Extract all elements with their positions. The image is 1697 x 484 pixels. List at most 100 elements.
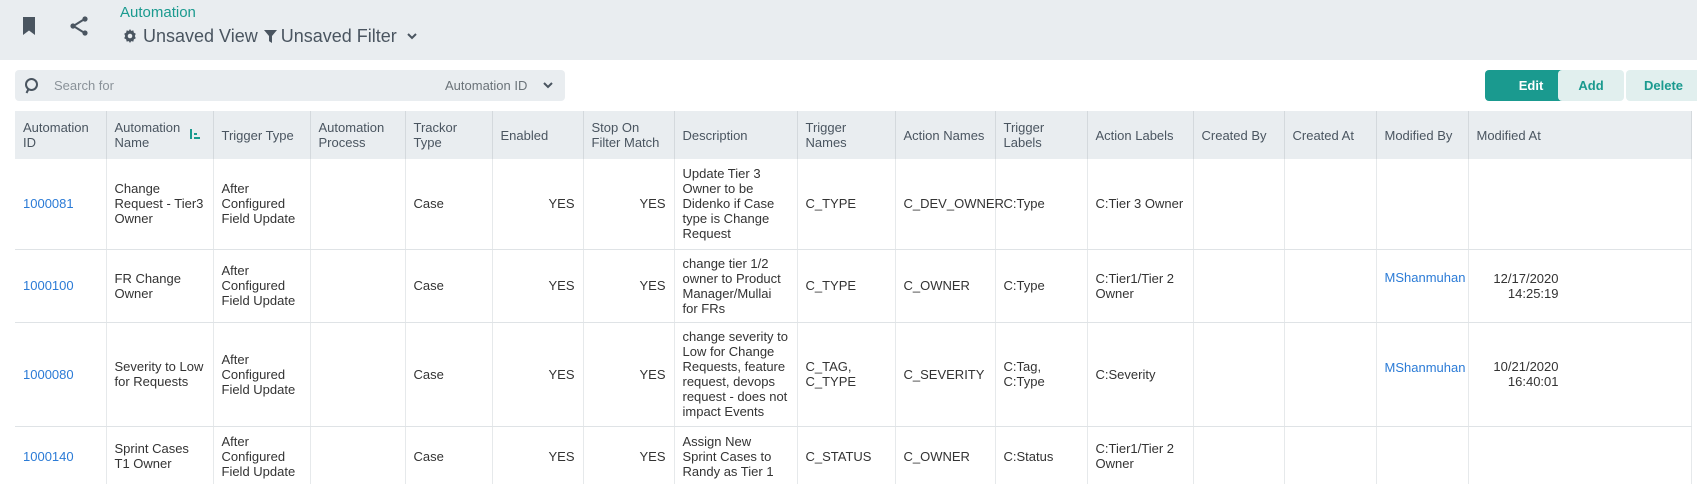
automation-table: Automation ID Automation Name Trigger Ty… xyxy=(15,111,1697,484)
cell-trigger-labels: C:Type xyxy=(995,159,1088,250)
cell-trigger-type: After Configured Field Update xyxy=(213,159,311,250)
cell-action-labels: C:Tier 3 Owner xyxy=(1087,159,1194,250)
column-header-trigger-names[interactable]: Trigger Names xyxy=(797,111,896,159)
cell-trigger-names: C_TYPE xyxy=(797,159,896,250)
cell-created-at xyxy=(1284,249,1377,323)
cell-action-names: C_DEV_OWNER xyxy=(895,159,1004,250)
view-filter-selector[interactable]: Unsaved View Unsaved Filter xyxy=(123,24,418,48)
cell-stop-on-filter-match: YES xyxy=(583,159,675,250)
cell-action-labels: C:Tier1/Tier 2 Owner xyxy=(1087,426,1194,484)
automation-id-link[interactable]: 1000140 xyxy=(15,426,107,484)
cell-enabled: YES xyxy=(492,249,584,323)
cell-trigger-labels: C:Type xyxy=(995,249,1088,323)
cell-modified-by[interactable] xyxy=(1376,159,1469,250)
cell-trigger-names: C_STATUS xyxy=(797,426,896,484)
cell-trigger-type: After Configured Field Update xyxy=(213,249,311,323)
cell-trackor-type: Case xyxy=(405,159,493,250)
cell-automation-name: Severity to Low for Requests xyxy=(106,322,214,427)
filter-name[interactable]: Unsaved Filter xyxy=(281,26,397,47)
column-header-modified-by[interactable]: Modified By xyxy=(1376,111,1469,159)
column-header-automation-name[interactable]: Automation Name xyxy=(106,111,214,159)
cell-created-by xyxy=(1193,249,1285,323)
cell-trigger-type: After Configured Field Update xyxy=(213,322,311,427)
table-row[interactable]: 1000080 Severity to Low for Requests Aft… xyxy=(15,322,1692,427)
cell-created-at xyxy=(1284,159,1377,250)
cell-stop-on-filter-match: YES xyxy=(583,249,675,323)
column-header-action-names[interactable]: Action Names xyxy=(895,111,996,159)
view-name[interactable]: Unsaved View xyxy=(143,26,258,47)
breadcrumb[interactable]: Automation xyxy=(120,4,196,21)
cell-automation-name: Change Request - Tier3 Owner xyxy=(106,159,214,250)
column-header-label: Automation Name xyxy=(114,120,181,150)
column-header-automation-process[interactable]: Automation Process xyxy=(310,111,406,159)
cell-enabled: YES xyxy=(492,426,584,484)
cell-created-at xyxy=(1284,426,1377,484)
cell-enabled: YES xyxy=(492,322,584,427)
cell-automation-name: FR Change Owner xyxy=(106,249,214,323)
chevron-down-icon[interactable] xyxy=(406,30,418,42)
search-input[interactable] xyxy=(54,75,434,96)
cell-trigger-type: After Configured Field Update xyxy=(213,426,311,484)
cell-created-by xyxy=(1193,322,1285,427)
cell-trigger-labels: C:Tag, C:Type xyxy=(995,322,1088,427)
table-header-row: Automation ID Automation Name Trigger Ty… xyxy=(15,111,1692,159)
cell-modified-by[interactable]: MShanmuhan xyxy=(1376,322,1469,427)
chevron-down-icon[interactable] xyxy=(542,79,554,91)
cell-automation-process xyxy=(310,159,406,250)
gear-icon xyxy=(124,29,136,43)
automation-id-link[interactable]: 1000080 xyxy=(15,322,107,427)
share-icon[interactable] xyxy=(67,14,91,38)
cell-modified-at: 12/17/2020 14:25:19 xyxy=(1468,249,1692,323)
search-field-select[interactable]: Automation ID xyxy=(445,78,527,93)
cell-modified-by[interactable]: MShanmuhan xyxy=(1376,249,1469,323)
column-header-description[interactable]: Description xyxy=(674,111,798,159)
column-header-automation-id[interactable]: Automation ID xyxy=(15,111,107,159)
cell-trackor-type: Case xyxy=(405,426,493,484)
cell-action-names: C_OWNER xyxy=(895,249,996,323)
cell-description: change tier 1/2 owner to Product Manager… xyxy=(674,249,798,323)
automation-id-link[interactable]: 1000081 xyxy=(15,159,107,250)
cell-modified-by[interactable] xyxy=(1376,426,1469,484)
table-row[interactable]: 1000140 Sprint Cases T1 Owner After Conf… xyxy=(15,426,1692,484)
cell-action-labels: C:Tier1/Tier 2 Owner xyxy=(1087,249,1194,323)
cell-created-at xyxy=(1284,322,1377,427)
cell-created-by xyxy=(1193,426,1285,484)
cell-action-names: C_SEVERITY xyxy=(895,322,996,427)
column-header-stop-on-filter-match[interactable]: Stop On Filter Match xyxy=(583,111,675,159)
sort-ascending-icon[interactable] xyxy=(189,128,201,140)
cell-automation-process xyxy=(310,426,406,484)
cell-created-by xyxy=(1193,159,1285,250)
cell-stop-on-filter-match: YES xyxy=(583,322,675,427)
table-row[interactable]: 1000081 Change Request - Tier3 Owner Aft… xyxy=(15,159,1692,250)
cell-description: change severity to Low for Change Reques… xyxy=(674,322,798,427)
delete-button[interactable]: Delete xyxy=(1626,70,1697,101)
search-icon[interactable] xyxy=(24,77,42,95)
cell-enabled: YES xyxy=(492,159,584,250)
column-header-created-at[interactable]: Created At xyxy=(1284,111,1377,159)
column-header-enabled[interactable]: Enabled xyxy=(492,111,584,159)
cell-automation-name: Sprint Cases T1 Owner xyxy=(106,426,214,484)
cell-trigger-labels: C:Status xyxy=(995,426,1088,484)
cell-stop-on-filter-match: YES xyxy=(583,426,675,484)
table-row[interactable]: 1000100 FR Change Owner After Configured… xyxy=(15,249,1692,323)
column-header-trackor-type[interactable]: Trackor Type xyxy=(405,111,493,159)
bookmark-icon[interactable] xyxy=(17,14,41,38)
column-header-trigger-labels[interactable]: Trigger Labels xyxy=(995,111,1088,159)
top-bar: Automation Unsaved View Unsaved Filter xyxy=(0,0,1697,60)
cell-automation-process xyxy=(310,322,406,427)
cell-description: Assign New Sprint Cases to Randy as Tier… xyxy=(674,426,798,484)
cell-description: Update Tier 3 Owner to be Didenko if Cas… xyxy=(674,159,798,250)
cell-modified-at xyxy=(1468,159,1692,250)
column-header-action-labels[interactable]: Action Labels xyxy=(1087,111,1194,159)
search-bar: Automation ID xyxy=(15,70,565,101)
column-header-modified-at[interactable]: Modified At xyxy=(1468,111,1692,159)
add-button[interactable]: Add xyxy=(1558,70,1624,101)
cell-trigger-names: C_TYPE xyxy=(797,249,896,323)
column-header-created-by[interactable]: Created By xyxy=(1193,111,1285,159)
cell-action-names: C_OWNER xyxy=(895,426,996,484)
cell-action-labels: C:Severity xyxy=(1087,322,1194,427)
column-header-trigger-type[interactable]: Trigger Type xyxy=(213,111,311,159)
cell-trackor-type: Case xyxy=(405,249,493,323)
automation-id-link[interactable]: 1000100 xyxy=(15,249,107,323)
cell-modified-at: 10/21/2020 16:40:01 xyxy=(1468,322,1692,427)
